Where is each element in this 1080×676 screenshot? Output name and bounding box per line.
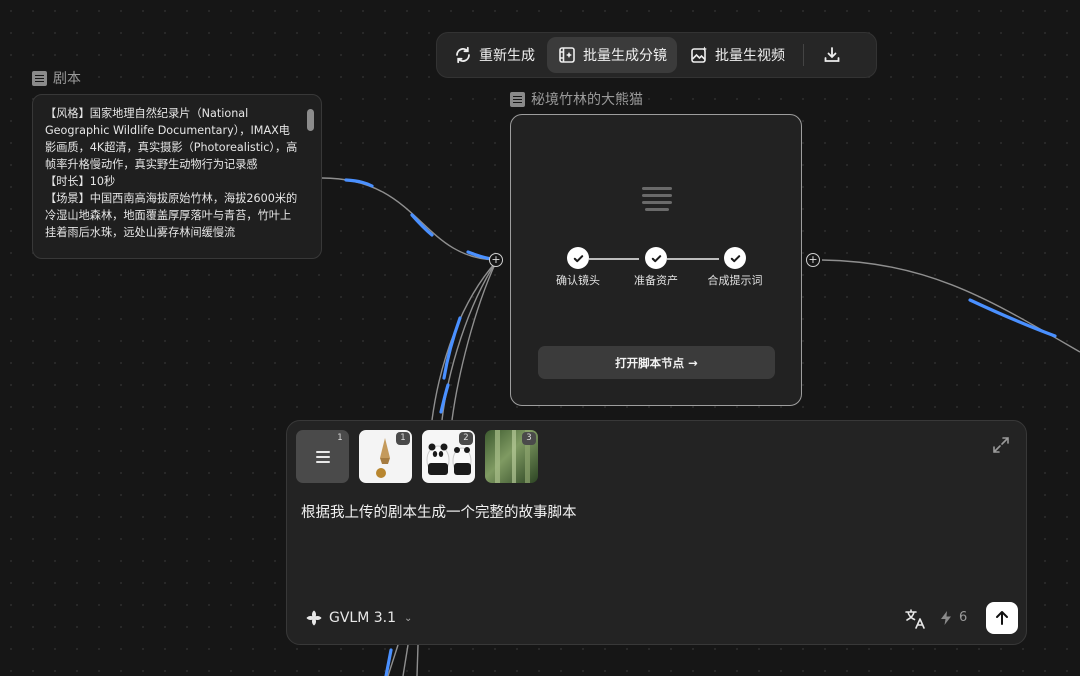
story-node-label: 秘境竹林的大熊猫 [531,92,643,108]
attachment-badge: 1 [333,432,347,445]
regenerate-button[interactable]: 重新生成 [443,37,545,73]
attachment-badge: 2 [459,432,473,445]
image-sparkle-icon [691,46,707,63]
script-content: 【风格】国家地理自然纪录片（National Geographic Wildli… [45,107,298,239]
model-name: GVLM 3.1 [329,610,397,626]
translate-icon[interactable] [904,608,926,630]
story-node[interactable]: 确认镜头 准备资产 合成提示词 打开脚本节点 → [510,114,802,406]
credits-indicator: 6 [941,610,967,625]
model-selector[interactable]: GVLM 3.1 ⌄ [305,609,412,627]
script-node-label: 剧本 [53,71,81,87]
step-check-icon [645,247,667,269]
prompt-panel: 1 1 2 3 根据我上传的剧本生成一个完整的故事脚本 GVLM 3.1 ⌄ 6 [286,420,1027,645]
document-icon [510,91,525,107]
document-icon [315,448,330,466]
step-connector [589,258,639,260]
download-icon [824,47,840,62]
step-check-icon [567,247,589,269]
step-check-icon [724,247,746,269]
document-icon [32,70,47,86]
batch-video-button[interactable]: 批量生视频 [679,37,795,73]
storyboard-icon [559,47,575,63]
batch-storyboard-button[interactable]: 批量生成分镜 [547,37,677,73]
attachment-image[interactable]: 1 [359,430,412,483]
step-label: 确认镜头 [556,274,600,287]
arrow-up-icon [996,611,1008,625]
regenerate-label: 重新生成 [479,48,535,64]
script-node-title: 剧本 [32,68,81,88]
step-label: 准备资产 [634,274,678,287]
batch-storyboard-label: 批量生成分镜 [583,48,667,64]
step-label: 合成提示词 [707,274,763,287]
attachment-badge: 1 [396,432,410,445]
attachment-image[interactable]: 2 [422,430,475,483]
attachment-badge: 3 [522,432,536,445]
output-port[interactable]: + [806,253,820,267]
credits-count: 6 [959,610,968,625]
script-node[interactable]: 【风格】国家地理自然纪录片（National Geographic Wildli… [32,94,322,259]
chevron-down-icon: ⌄ [404,612,413,624]
text-lines-icon [642,185,672,215]
download-button[interactable] [812,37,852,73]
send-button[interactable] [986,602,1018,634]
batch-video-label: 批量生视频 [715,48,785,64]
story-node-title: 秘境竹林的大熊猫 [510,89,643,109]
open-script-node-button[interactable]: 打开脚本节点 → [538,346,775,379]
attachment-image[interactable]: 3 [485,430,538,483]
refresh-icon [456,46,470,64]
step-connector [667,258,719,260]
toolbar-divider [803,44,804,66]
scrollbar-thumb[interactable] [307,109,314,131]
prompt-input[interactable]: 根据我上传的剧本生成一个完整的故事脚本 [301,501,577,522]
lightning-icon [941,610,951,625]
attachment-document[interactable]: 1 [296,430,349,483]
input-port[interactable]: + [489,253,503,267]
model-logo-icon [306,610,322,626]
expand-icon[interactable] [992,436,1010,454]
top-toolbar: 重新生成 批量生成分镜 批量生视频 [436,32,877,78]
